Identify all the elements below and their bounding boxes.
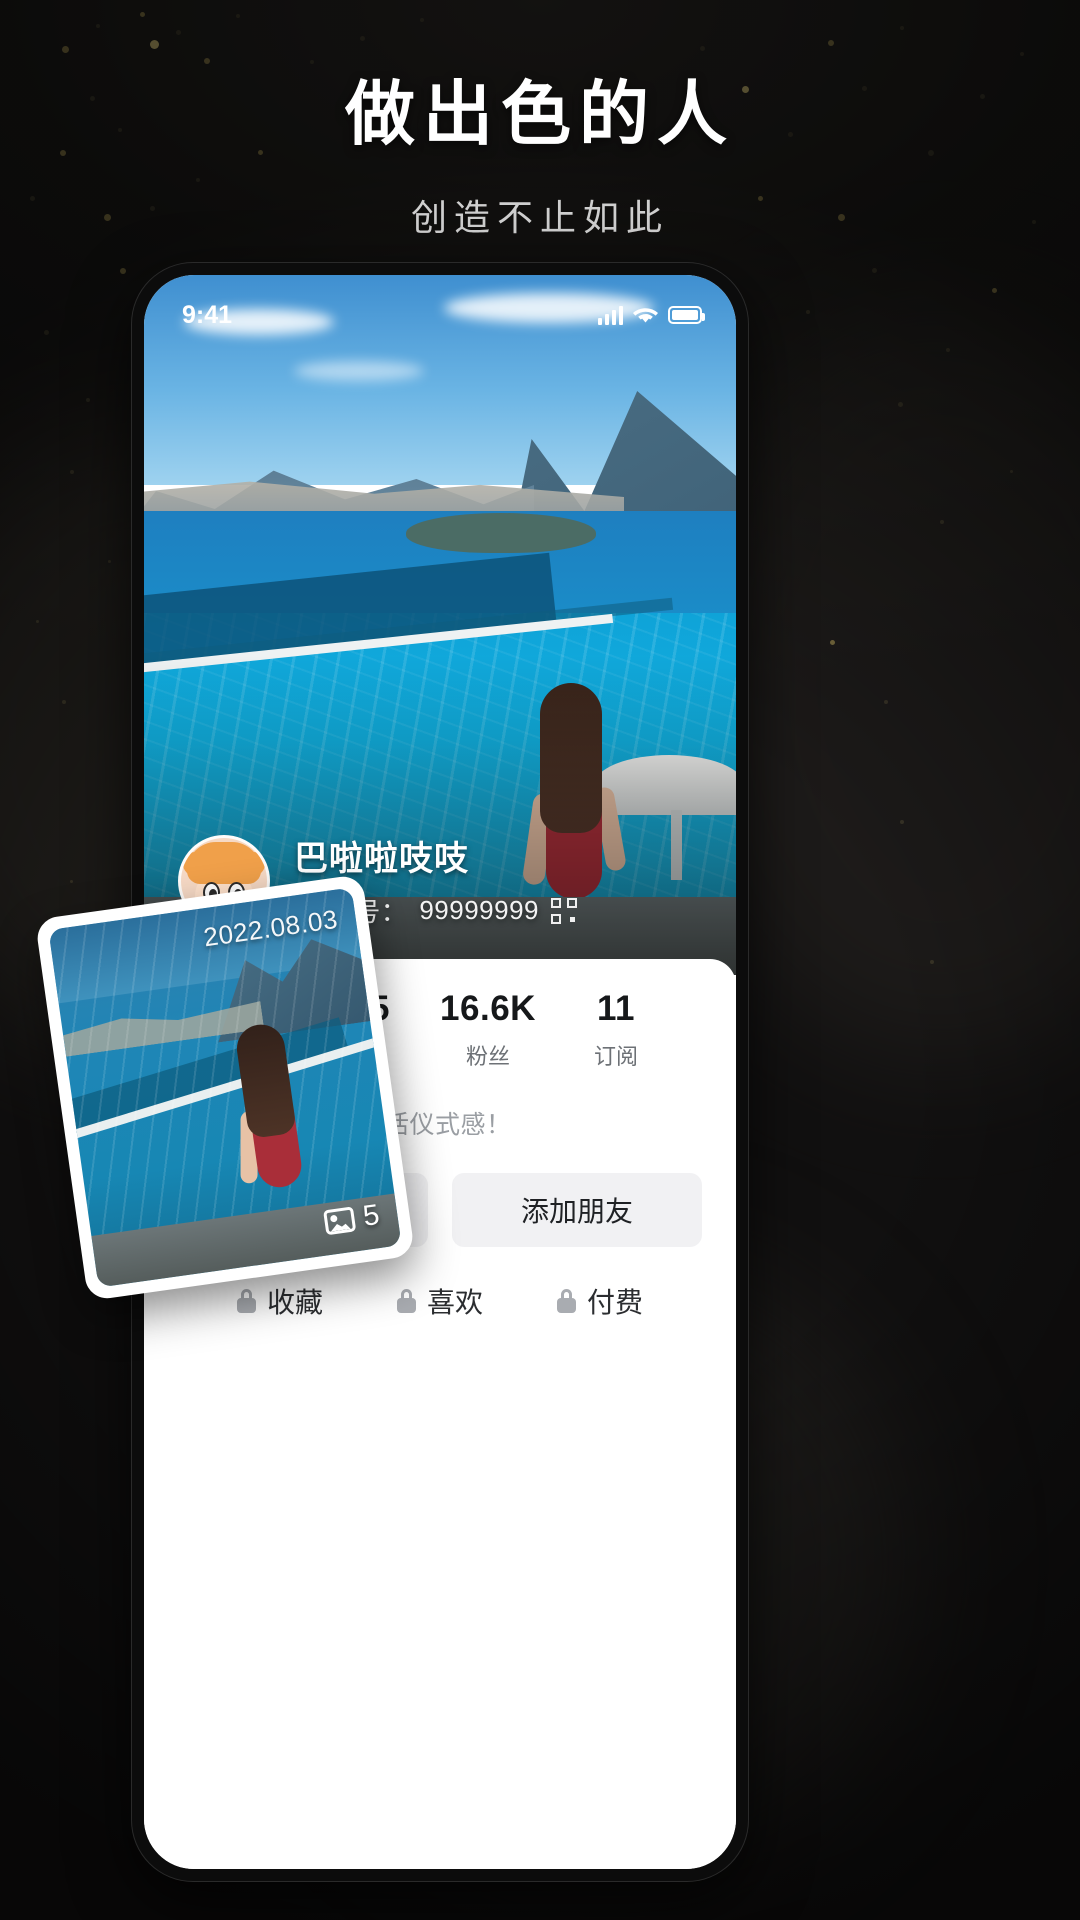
status-time: 9:41 [182,300,233,329]
qr-code-icon[interactable] [551,897,577,924]
tab-label: 喜欢 [426,1287,483,1318]
stat-followers[interactable]: 16.6K 粉丝 [424,989,552,1071]
images-icon [322,1206,357,1236]
featured-post-card[interactable]: 2022.08.03 5 [34,873,416,1302]
profile-cover-photo[interactable]: 巴啦啦吱吱 Vtalk号： 99999999 [144,275,736,975]
stat-subscriptions[interactable]: 11 订阅 [552,989,680,1071]
username: 巴啦啦吱吱 [294,840,469,878]
status-indicators [598,305,705,325]
tab-paid[interactable]: 付费 [556,1281,643,1321]
status-bar: 9:41 [144,275,736,339]
tab-collections[interactable]: 收藏 [236,1281,323,1321]
promo-headline: 做出色的人 [345,75,735,153]
lock-icon [396,1289,416,1313]
stat-label: 粉丝 [465,1044,510,1069]
promo-text-block: 做出色的人 创造不止如此 [0,0,1080,241]
featured-post-thumbnail: 2022.08.03 5 [48,887,402,1288]
promo-subheadline: 创造不止如此 [410,197,669,238]
wifi-icon [633,308,658,323]
tab-label: 付费 [586,1287,643,1318]
tab-label: 收藏 [266,1287,323,1318]
tab-likes[interactable]: 喜欢 [396,1281,483,1321]
stat-value: 11 [597,989,635,1028]
island [406,513,596,553]
user-id-value: 99999999 [419,895,539,925]
add-friend-button[interactable]: 添加朋友 [452,1173,702,1247]
stat-value: 16.6K [440,989,536,1028]
lock-icon [236,1289,256,1313]
stat-label: 订阅 [593,1044,638,1069]
signal-bars-icon [598,305,623,325]
cloud [294,361,424,381]
battery-icon [668,306,705,324]
lock-icon [556,1289,576,1313]
